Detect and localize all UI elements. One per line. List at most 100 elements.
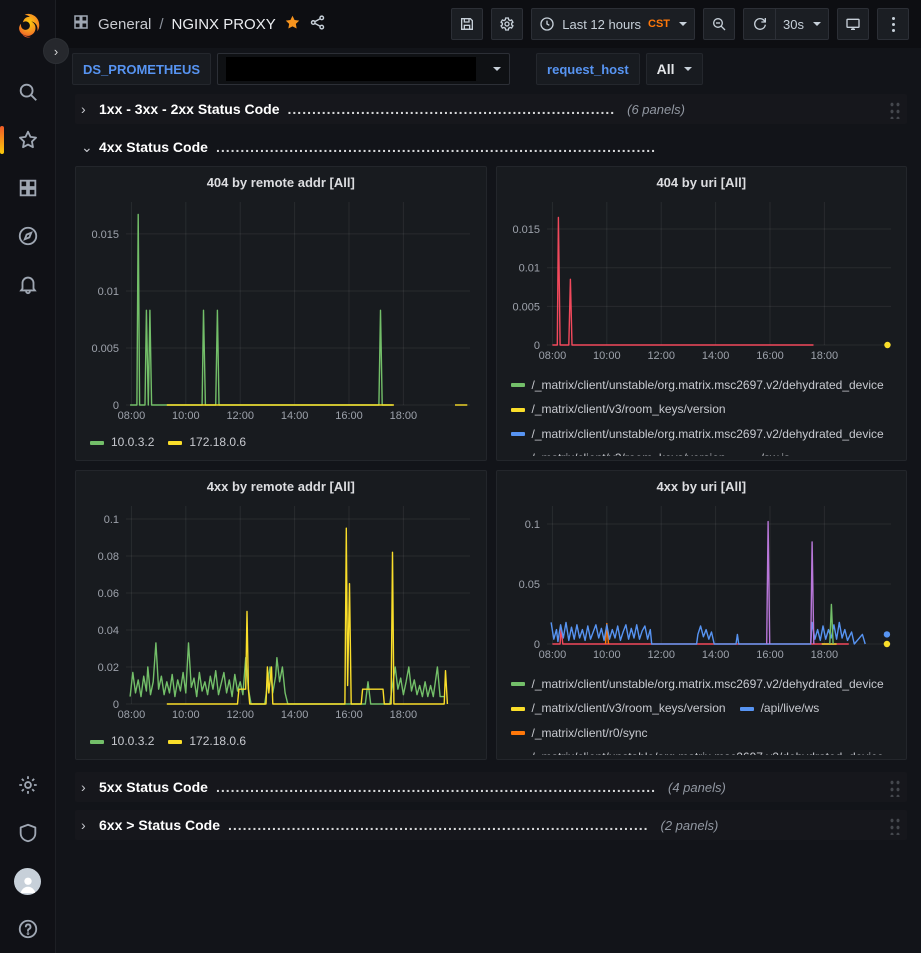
legend-label: /_matrix/client/v3/room_keys/version (532, 401, 726, 418)
legend-swatch-icon (511, 408, 525, 412)
row-5xx[interactable]: › 5xx Status Code ......................… (75, 772, 907, 802)
svg-text:0.1: 0.1 (524, 519, 539, 531)
legend-label: /_matrix/client/unstable/org.matrix.msc2… (532, 676, 884, 693)
variables-bar: DS_PROMETHEUS request_host All (56, 48, 921, 90)
legend-item[interactable]: /_matrix/client/r0/sync (511, 725, 648, 742)
dashboard-title[interactable]: NGINX PROXY (172, 16, 276, 33)
row-1xx-3xx-2xx[interactable]: › 1xx - 3xx - 2xx Status Code ..........… (75, 94, 907, 124)
row-leader-dots: ........................................… (216, 139, 656, 155)
panel-title[interactable]: 404 by remote addr [All] (84, 173, 478, 194)
svg-text:0: 0 (533, 340, 539, 352)
legend-item[interactable]: /sw.js (740, 450, 790, 456)
breadcrumb: General / NGINX PROXY (72, 13, 326, 35)
user-avatar[interactable] (8, 861, 48, 901)
drag-handle-icon[interactable] (888, 100, 901, 119)
row-title: 5xx Status Code (99, 779, 208, 795)
configuration-gear-icon[interactable] (8, 765, 48, 805)
svg-text:12:00: 12:00 (647, 350, 675, 362)
legend-item[interactable]: 172.18.0.6 (168, 733, 246, 750)
variable-request-host-select[interactable]: All (646, 53, 703, 85)
svg-text:0: 0 (113, 400, 119, 412)
svg-text:08:00: 08:00 (118, 410, 146, 422)
legend-item[interactable]: /_matrix/client/unstable/org.matrix.msc2… (511, 377, 884, 394)
save-icon (459, 16, 475, 32)
share-icon[interactable] (309, 14, 326, 35)
variable-ds-prometheus-select[interactable] (217, 53, 510, 85)
drag-handle-icon[interactable] (888, 778, 901, 797)
alerting-bell-icon[interactable] (8, 264, 48, 304)
help-icon[interactable] (8, 909, 48, 949)
server-admin-shield-icon[interactable] (8, 813, 48, 853)
chevron-down-icon: ⌄ (81, 139, 91, 156)
legend-item[interactable]: /_matrix/client/v3/room_keys/version (511, 401, 726, 418)
request-host-value: All (657, 61, 675, 77)
timeseries-chart[interactable]: 08:0010:0012:0014:0016:0018:0000.0050.01… (84, 194, 478, 423)
chevron-down-icon (684, 67, 692, 71)
row-4xx[interactable]: ⌄ 4xx Status Code ......................… (75, 132, 907, 162)
dashboards-icon[interactable] (8, 168, 48, 208)
breadcrumb-folder[interactable]: General (98, 16, 151, 33)
grafana-logo-icon[interactable] (13, 12, 43, 42)
panel-4xx-by-uri: 4xx by uri [All] 08:0010:0012:0014:0016:… (496, 470, 908, 760)
chart-legend: /_matrix/client/unstable/org.matrix.msc2… (505, 372, 899, 456)
legend-label: /_matrix/client/v3/room_keys/version (532, 450, 726, 456)
svg-text:0.1: 0.1 (104, 514, 119, 526)
svg-text:0: 0 (533, 639, 539, 651)
tv-mode-button[interactable] (837, 8, 869, 40)
legend-item[interactable]: /_matrix/client/v3/room_keys/version (511, 450, 726, 456)
favorite-star-icon[interactable] (284, 14, 301, 35)
svg-text:0.04: 0.04 (98, 625, 119, 637)
timeseries-chart[interactable]: 08:0010:0012:0014:0016:0018:0000.0050.01… (505, 194, 899, 363)
variable-request-host-label[interactable]: request_host (536, 53, 640, 85)
row-title: 1xx - 3xx - 2xx Status Code (99, 101, 280, 117)
explore-compass-icon[interactable] (8, 216, 48, 256)
legend-item[interactable]: /_matrix/client/unstable/org.matrix.msc2… (511, 426, 884, 443)
search-icon[interactable] (8, 72, 48, 112)
timeseries-chart[interactable]: 08:0010:0012:0014:0016:0018:0000.050.1 (505, 498, 899, 662)
chart-legend: 10.0.3.2 172.18.0.6 (84, 729, 478, 756)
svg-text:0.08: 0.08 (98, 551, 119, 563)
refresh-button[interactable] (743, 8, 775, 40)
row-6xx[interactable]: › 6xx > Status Code ....................… (75, 810, 907, 840)
zoom-out-time-button[interactable] (703, 8, 735, 40)
more-options-button[interactable] (877, 8, 909, 40)
legend-item[interactable]: /_matrix/client/v3/room_keys/version (511, 700, 726, 717)
legend-item[interactable]: /_matrix/client/unstable/org.matrix.msc2… (511, 676, 884, 693)
panel-title[interactable]: 404 by uri [All] (505, 173, 899, 194)
open-menu-button[interactable]: › (43, 38, 69, 64)
legend-item[interactable]: /_matrix/client/unstable/org.matrix.msc2… (511, 749, 884, 755)
panel-title[interactable]: 4xx by remote addr [All] (84, 477, 478, 498)
legend-item[interactable]: /api/live/ws (740, 700, 820, 717)
legend-item[interactable]: 172.18.0.6 (168, 434, 246, 451)
monitor-icon (845, 16, 861, 32)
legend-item[interactable]: 10.0.3.2 (90, 434, 154, 451)
drag-handle-icon[interactable] (888, 816, 901, 835)
legend-swatch-icon (90, 441, 104, 445)
chart-legend: 10.0.3.2 172.18.0.6 (84, 430, 478, 457)
legend-label: 10.0.3.2 (111, 733, 154, 750)
starred-dashboards-icon[interactable] (8, 120, 48, 160)
time-range-picker[interactable]: Last 12 hours CST (531, 8, 695, 40)
legend-swatch-icon (168, 441, 182, 445)
svg-text:14:00: 14:00 (701, 350, 729, 362)
row-title: 4xx Status Code (99, 139, 208, 155)
legend-label: /_matrix/client/r0/sync (532, 725, 648, 742)
svg-text:12:00: 12:00 (647, 649, 675, 661)
row-panel-count: (4 panels) (668, 780, 726, 795)
chevron-right-icon: › (81, 101, 91, 117)
timezone-label: CST (648, 18, 670, 30)
refresh-interval-select[interactable]: 30s (775, 8, 829, 40)
chevron-down-icon (493, 67, 501, 71)
legend-item[interactable]: 10.0.3.2 (90, 733, 154, 750)
dashboard-header: General / NGINX PROXY Last 12 hours CST (56, 0, 921, 48)
save-dashboard-button[interactable] (451, 8, 483, 40)
svg-text:0.01: 0.01 (518, 263, 539, 275)
variable-ds-prometheus-label[interactable]: DS_PROMETHEUS (72, 53, 211, 85)
dashboard-settings-button[interactable] (491, 8, 523, 40)
timeseries-chart[interactable]: 08:0010:0012:0014:0016:0018:0000.020.040… (84, 498, 478, 722)
panel-title[interactable]: 4xx by uri [All] (505, 477, 899, 498)
svg-text:0.015: 0.015 (91, 229, 119, 241)
legend-swatch-icon (511, 682, 525, 686)
legend-swatch-icon (511, 383, 525, 387)
svg-text:18:00: 18:00 (810, 649, 838, 661)
